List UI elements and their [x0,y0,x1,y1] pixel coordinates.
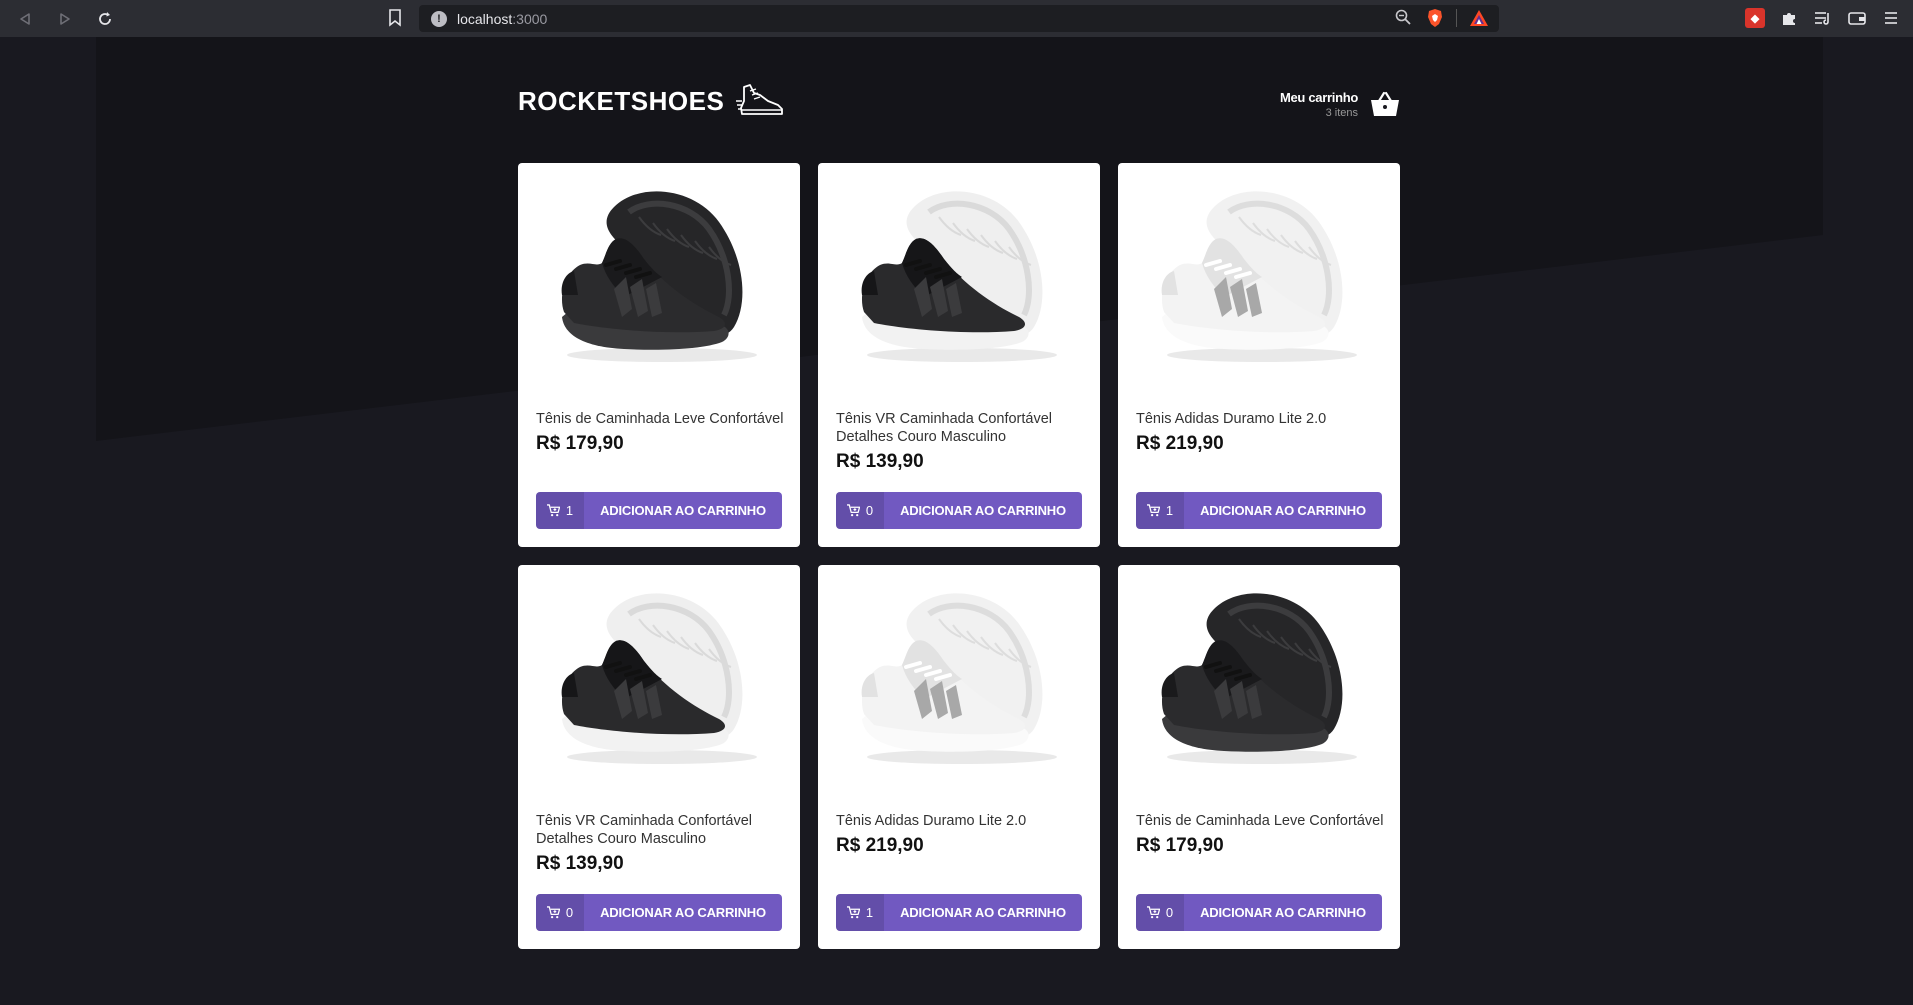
product-card: Tênis Adidas Duramo Lite 2.0 R$ 219,90 1… [1118,163,1400,547]
add-to-cart-label: ADICIONAR AO CARRINHO [1200,905,1366,920]
add-to-cart-button[interactable]: 0 ADICIONAR AO CARRINHO [536,894,782,931]
product-info: Tênis Adidas Duramo Lite 2.0 R$ 219,90 [1136,410,1386,454]
product-list: Tênis de Caminhada Leve Confortável R$ 1… [518,163,1400,949]
brave-shields-icon[interactable] [1426,8,1444,28]
cart-amount-value: 0 [565,905,574,920]
add-to-cart-button[interactable]: 1 ADICIONAR AO CARRINHO [836,894,1082,931]
product-info: Tênis de Caminhada Leve Confortável R$ 1… [536,410,786,454]
product-image [561,191,757,362]
product-price: R$ 139,90 [836,451,924,472]
product-card: Tênis de Caminhada Leve Confortável R$ 1… [518,163,800,547]
page: ROCKETSHOES Meu carrinho 3 itens Tênis d… [0,37,1913,1005]
add-shopping-cart-icon [846,906,860,919]
cart-link[interactable]: Meu carrinho 3 itens [1280,89,1400,119]
product-price: R$ 219,90 [836,835,924,856]
add-shopping-cart-icon [546,504,560,517]
add-to-cart-label: ADICIONAR AO CARRINHO [900,905,1066,920]
url-port: :3000 [512,10,548,27]
add-shopping-cart-icon [846,504,860,517]
product-card: Tênis VR Caminhada Confortável Detalhes … [518,565,800,949]
add-to-cart-button[interactable]: 0 ADICIONAR AO CARRINHO [1136,894,1382,931]
cart-amount-value: 0 [1165,905,1174,920]
cart-amount-value: 1 [865,905,874,920]
product-price: R$ 179,90 [1136,835,1224,856]
add-shopping-cart-icon [1146,906,1160,919]
wallet-icon[interactable] [1847,8,1867,28]
extension-icons: ◆ [1745,8,1901,28]
product-info: Tênis Adidas Duramo Lite 2.0 R$ 219,90 [836,812,1086,856]
cart-amount: 0 [536,894,584,931]
extension-app-icon[interactable]: ◆ [1745,8,1765,28]
brave-rewards-icon[interactable] [1469,9,1489,27]
product-price: R$ 139,90 [536,853,624,874]
product-card: Tênis Adidas Duramo Lite 2.0 R$ 219,90 1… [818,565,1100,949]
product-image [1161,593,1357,764]
add-shopping-cart-icon [1146,504,1160,517]
sneaker-logo-icon [736,84,784,115]
cart-amount: 0 [1136,894,1184,931]
toolbar-divider [1456,9,1457,27]
cart-amount-value: 0 [865,503,874,518]
cart-amount: 1 [536,492,584,529]
cart-amount: 1 [1136,492,1184,529]
site-info-icon[interactable]: ! [431,10,447,27]
logo-text: ROCKETSHOES [518,85,725,116]
add-shopping-cart-icon [546,906,560,919]
reload-icon[interactable] [94,8,116,30]
cart-count: 3 itens [1325,106,1358,119]
product-title: Tênis VR Caminhada Confortável Detalhes … [536,813,752,847]
cart-amount-value: 1 [1165,503,1174,518]
add-to-cart-label: ADICIONAR AO CARRINHO [600,905,766,920]
product-image [1161,191,1357,362]
logo-link[interactable]: ROCKETSHOES [518,81,786,121]
reading-list-icon[interactable] [1813,8,1833,28]
browser-toolbar: ! localhost:3000 ◆ [0,0,1913,37]
back-icon[interactable] [14,8,36,30]
cart-amount-value: 1 [565,503,574,518]
forward-icon[interactable] [54,8,76,30]
add-to-cart-label: ADICIONAR AO CARRINHO [1200,503,1366,518]
cart-title: Meu carrinho [1279,89,1358,105]
product-image [561,593,757,764]
address-bar[interactable]: ! localhost:3000 [419,5,1499,32]
menu-icon[interactable] [1881,8,1901,28]
add-to-cart-button[interactable]: 0 ADICIONAR AO CARRINHO [836,492,1082,529]
product-title: Tênis VR Caminhada Confortável Detalhes … [836,411,1052,445]
zoom-icon[interactable] [1394,8,1414,28]
product-image [861,191,1057,362]
product-title: Tênis Adidas Duramo Lite 2.0 [1136,411,1327,427]
bookmark-icon[interactable] [388,9,406,29]
product-price: R$ 179,90 [536,433,624,454]
product-image [861,593,1057,764]
product-info: Tênis VR Caminhada Confortável Detalhes … [836,410,1086,472]
cart-amount: 0 [836,492,884,529]
product-card: Tênis VR Caminhada Confortável Detalhes … [818,163,1100,547]
add-to-cart-label: ADICIONAR AO CARRINHO [900,503,1066,518]
shopping-basket-icon [1371,91,1399,116]
add-to-cart-button[interactable]: 1 ADICIONAR AO CARRINHO [1136,492,1382,529]
product-title: Tênis de Caminhada Leve Confortável [1136,813,1384,829]
cart-amount: 1 [836,894,884,931]
url-host: localhost [457,10,513,27]
product-info: Tênis VR Caminhada Confortável Detalhes … [536,812,786,874]
product-card: Tênis de Caminhada Leve Confortável R$ 1… [1118,565,1400,949]
cart-info: Meu carrinho 3 itens [1280,90,1358,119]
add-to-cart-button[interactable]: 1 ADICIONAR AO CARRINHO [536,492,782,529]
product-price: R$ 219,90 [1136,433,1224,454]
add-to-cart-label: ADICIONAR AO CARRINHO [600,503,766,518]
product-title: Tênis Adidas Duramo Lite 2.0 [836,813,1027,829]
extensions-puzzle-icon[interactable] [1779,8,1799,28]
header: ROCKETSHOES Meu carrinho 3 itens [518,81,1400,133]
product-info: Tênis de Caminhada Leve Confortável R$ 1… [1136,812,1386,856]
nav-buttons [14,8,116,30]
product-title: Tênis de Caminhada Leve Confortável [536,411,784,427]
